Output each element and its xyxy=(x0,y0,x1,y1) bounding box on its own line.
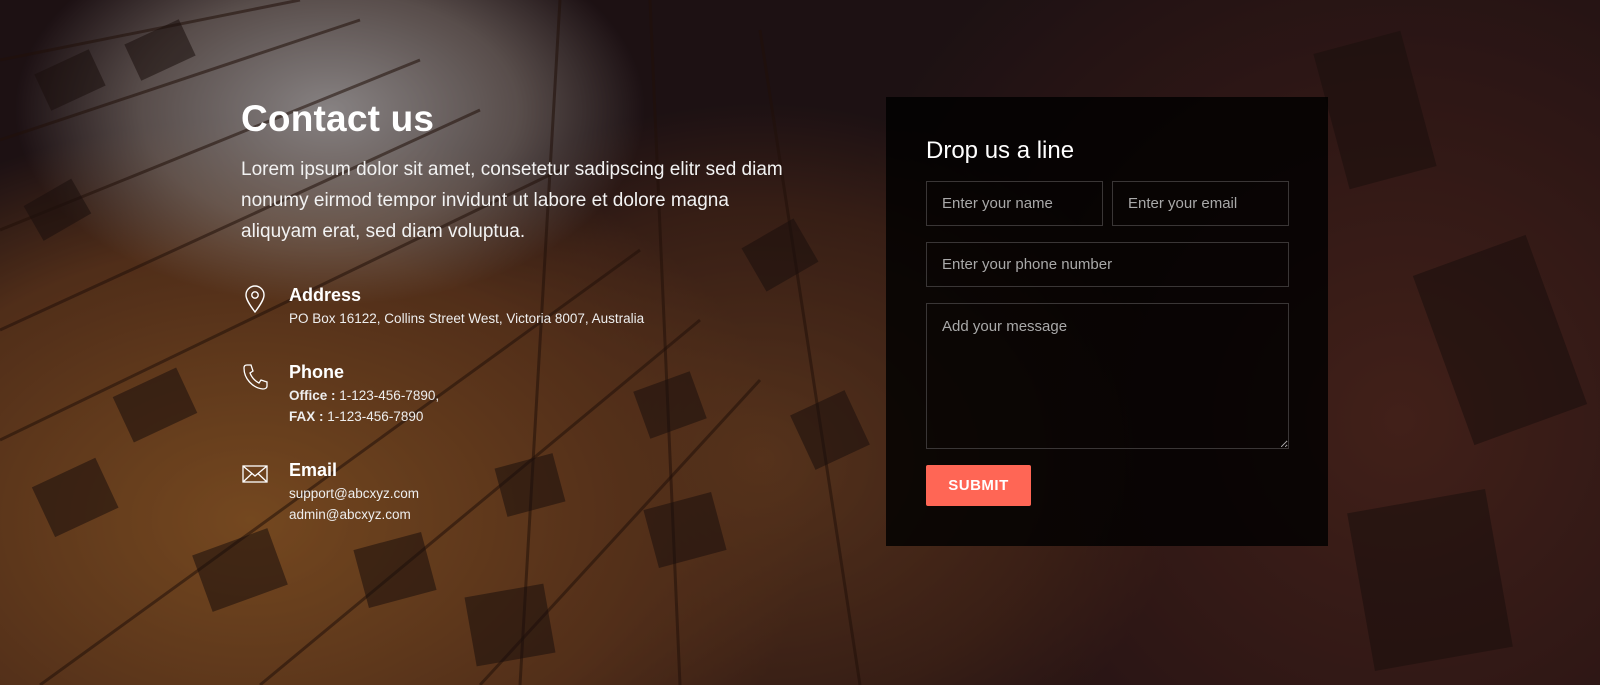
office-phone: Office : 1-123-456-7890, xyxy=(289,385,439,406)
address-text: PO Box 16122, Collins Street West, Victo… xyxy=(289,311,645,326)
phone-input[interactable] xyxy=(926,242,1289,287)
submit-button[interactable]: SUBMIT xyxy=(926,465,1031,506)
office-number: 1-123-456-7890, xyxy=(335,388,440,403)
name-input[interactable] xyxy=(926,181,1103,226)
page-title: Contact us xyxy=(241,98,435,139)
map-pin-icon xyxy=(241,284,269,314)
message-textarea[interactable] xyxy=(926,303,1289,449)
fax-number: FAX : 1-123-456-7890 xyxy=(289,406,439,427)
contact-intro-text: Lorem ipsum dolor sit amet, consetetur s… xyxy=(241,159,783,242)
admin-email: admin@abcxyz.com xyxy=(289,507,411,522)
fax-label: FAX : xyxy=(289,409,324,424)
email-input[interactable] xyxy=(1112,181,1289,226)
phone-heading: Phone xyxy=(289,362,345,382)
form-title: Drop us a line xyxy=(926,137,1075,164)
contact-info-section: Contact us Lorem ipsum dolor sit amet, c… xyxy=(241,98,801,522)
phone-icon xyxy=(241,361,269,391)
support-email: support@abcxyz.com xyxy=(289,486,420,501)
email-heading: Email xyxy=(289,460,338,480)
fax-value: 1-123-456-7890 xyxy=(323,409,424,424)
contact-form: Drop us a line SUBMIT xyxy=(886,97,1328,546)
envelope-icon xyxy=(241,459,269,489)
office-label: Office : xyxy=(289,388,336,403)
address-heading: Address xyxy=(289,285,362,305)
